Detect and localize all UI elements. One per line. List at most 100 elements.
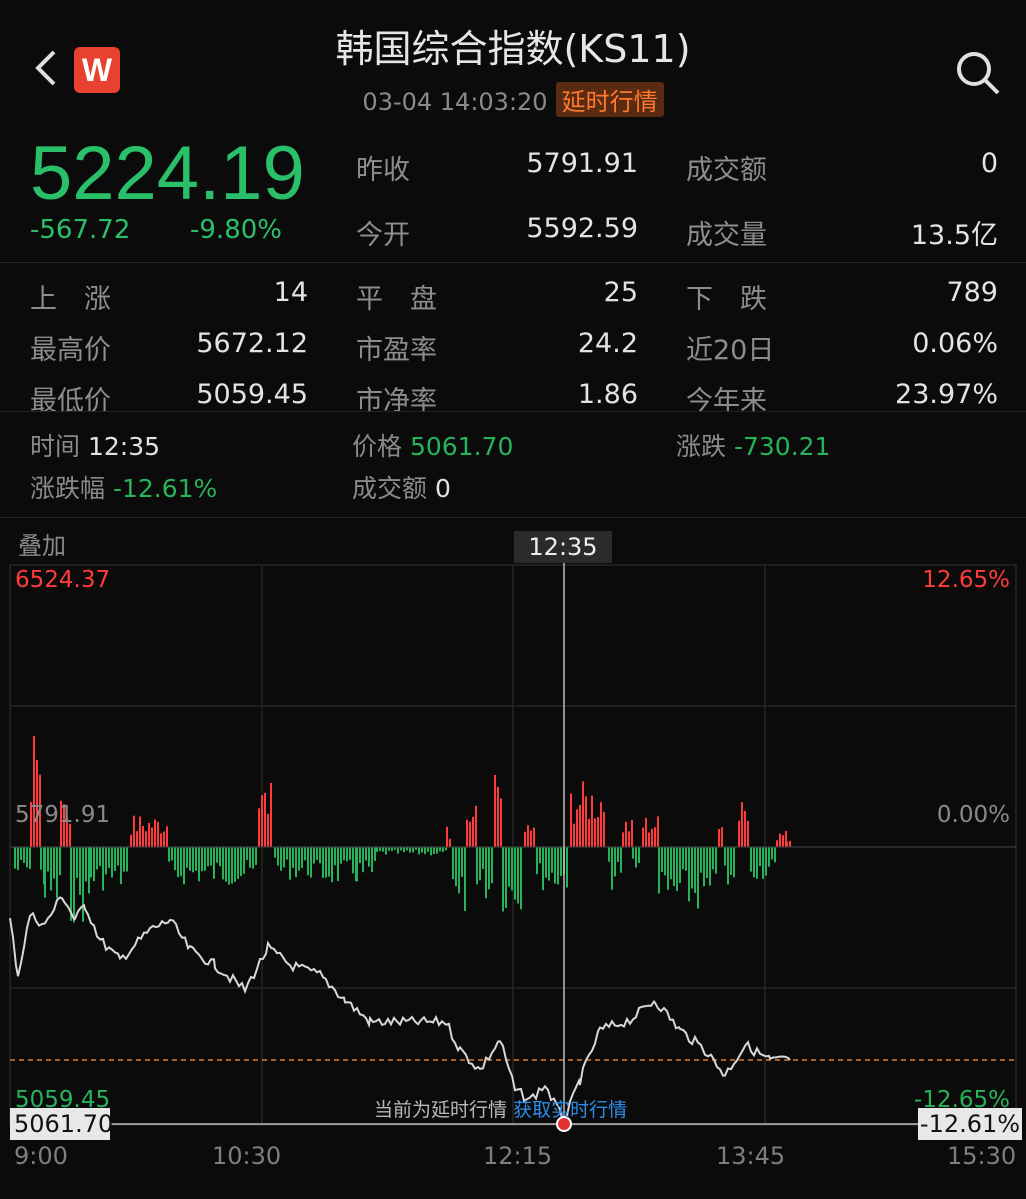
up-bar bbox=[600, 802, 602, 847]
down-bar bbox=[635, 847, 637, 868]
down-bar bbox=[356, 847, 358, 882]
down-bar bbox=[20, 847, 22, 861]
down-bar bbox=[23, 847, 25, 863]
down-bar bbox=[249, 847, 251, 868]
up-bar bbox=[446, 826, 448, 847]
down-bar bbox=[286, 847, 288, 860]
down-bar bbox=[551, 847, 553, 873]
down-bar bbox=[105, 847, 107, 875]
down-bar bbox=[502, 847, 504, 912]
up-bar bbox=[718, 829, 720, 847]
up-bar bbox=[449, 838, 451, 847]
down-bar bbox=[73, 847, 75, 923]
down-bar bbox=[706, 847, 708, 879]
delay-notice: 当前为延时行情 获取实时行情 bbox=[374, 1099, 628, 1121]
down-bar bbox=[322, 847, 324, 878]
up-bar bbox=[738, 820, 740, 847]
down-bar bbox=[753, 847, 755, 878]
down-bar bbox=[180, 847, 182, 877]
down-bar bbox=[379, 847, 381, 852]
up-bar bbox=[264, 792, 266, 847]
down-bar bbox=[479, 847, 481, 881]
up-bar bbox=[530, 830, 532, 847]
down-bar bbox=[733, 847, 735, 878]
down-bar bbox=[108, 847, 110, 868]
up-bar bbox=[157, 821, 159, 847]
down-bar bbox=[670, 847, 672, 880]
down-bar bbox=[85, 847, 87, 882]
down-bar bbox=[168, 847, 170, 862]
down-bar bbox=[243, 847, 245, 874]
up-bar bbox=[588, 819, 590, 847]
up-bar bbox=[475, 805, 477, 847]
up-bar bbox=[524, 831, 526, 847]
down-bar bbox=[126, 847, 128, 872]
up-bar bbox=[33, 735, 35, 847]
down-bar bbox=[337, 847, 339, 882]
down-bar bbox=[691, 847, 693, 889]
down-bar bbox=[461, 847, 463, 877]
down-bar bbox=[658, 847, 660, 894]
down-bar bbox=[216, 847, 218, 863]
down-bar bbox=[406, 847, 408, 851]
down-bar bbox=[231, 847, 233, 884]
down-bar bbox=[359, 847, 361, 864]
down-bar bbox=[225, 847, 227, 882]
up-bar bbox=[136, 831, 138, 847]
down-bar bbox=[517, 847, 519, 904]
up-bar bbox=[142, 825, 144, 847]
down-bar bbox=[280, 847, 282, 871]
down-bar bbox=[310, 847, 312, 878]
down-bar bbox=[313, 847, 315, 864]
down-bar bbox=[246, 847, 248, 860]
up-bar bbox=[657, 816, 659, 847]
down-bar bbox=[608, 847, 610, 862]
up-bar bbox=[744, 811, 746, 847]
up-bar bbox=[747, 820, 749, 847]
up-bar bbox=[741, 802, 743, 847]
down-bar bbox=[560, 847, 562, 877]
realtime-link[interactable]: 获取实时行情 bbox=[513, 1099, 627, 1121]
down-bar bbox=[88, 847, 90, 894]
up-bar bbox=[494, 774, 496, 847]
down-bar bbox=[768, 847, 770, 867]
down-bar bbox=[59, 847, 61, 876]
up-bar bbox=[573, 823, 575, 847]
down-bar bbox=[349, 847, 351, 860]
down-bar bbox=[307, 847, 309, 876]
intraday-chart[interactable] bbox=[0, 0, 1026, 1199]
down-bar bbox=[177, 847, 179, 878]
price-line bbox=[9, 896, 791, 1130]
down-bar bbox=[365, 847, 367, 861]
down-bar bbox=[409, 847, 411, 853]
up-bar bbox=[579, 804, 581, 847]
down-bar bbox=[388, 847, 390, 851]
down-bar bbox=[712, 847, 714, 870]
up-bar bbox=[651, 828, 653, 847]
down-bar bbox=[210, 847, 212, 866]
down-bar bbox=[762, 847, 764, 879]
x-label-1530: 15:30 bbox=[947, 1142, 1017, 1170]
down-bar bbox=[412, 847, 414, 853]
down-bar bbox=[213, 847, 215, 879]
down-bar bbox=[703, 847, 705, 887]
up-bar bbox=[148, 822, 150, 847]
down-bar bbox=[545, 847, 547, 878]
up-bar bbox=[500, 798, 502, 847]
up-bar bbox=[472, 816, 474, 847]
up-bar bbox=[786, 841, 788, 847]
down-bar bbox=[234, 847, 236, 882]
down-bar bbox=[207, 847, 209, 867]
down-bar bbox=[421, 847, 423, 853]
down-bar bbox=[289, 847, 291, 880]
down-bar bbox=[219, 847, 221, 867]
down-bar bbox=[93, 847, 95, 882]
down-bar bbox=[228, 847, 230, 885]
y-mid-label: 5791.91 bbox=[15, 802, 111, 828]
down-bar bbox=[508, 847, 510, 887]
down-bar bbox=[362, 847, 364, 873]
down-bar bbox=[433, 847, 435, 855]
up-bar bbox=[594, 818, 596, 847]
down-bar bbox=[505, 847, 507, 908]
up-bar bbox=[466, 819, 468, 847]
